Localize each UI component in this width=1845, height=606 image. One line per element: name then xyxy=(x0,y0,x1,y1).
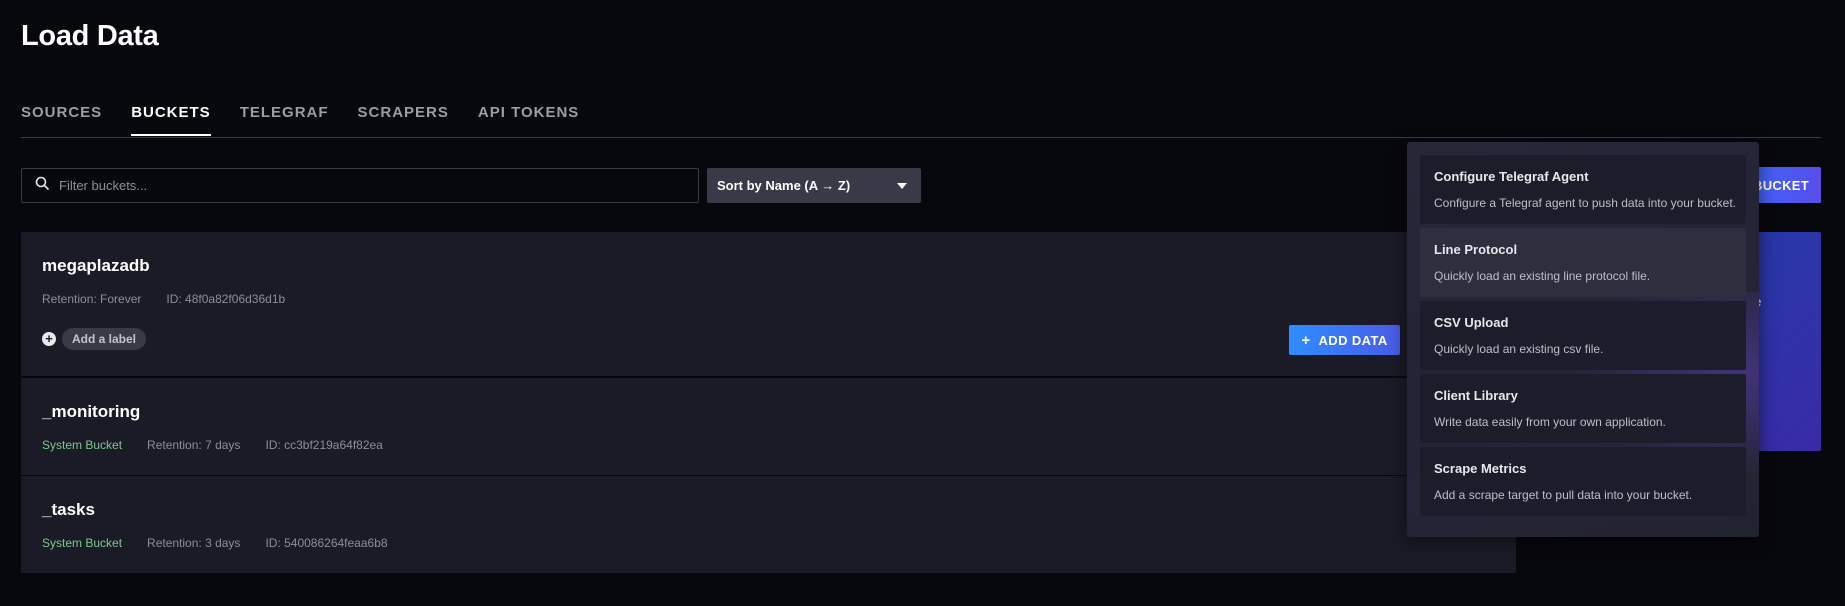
menu-item-title: Configure Telegraf Agent xyxy=(1434,169,1589,184)
menu-item-title: Scrape Metrics xyxy=(1434,461,1527,476)
menu-item-description: Configure a Telegraf agent to push data … xyxy=(1434,196,1736,210)
add-data-button[interactable]: + ADD DATA xyxy=(1289,325,1400,355)
tab-sources[interactable]: SOURCES xyxy=(21,104,102,136)
bucket-meta: Retention: Forever ID: 48f0a82f06d36d1b xyxy=(42,292,310,306)
menu-item-configure-telegraf[interactable]: Configure Telegraf Agent Configure a Tel… xyxy=(1420,155,1746,224)
bucket-card: _monitoring System Bucket Retention: 7 d… xyxy=(21,378,1516,475)
system-bucket-badge: System Bucket xyxy=(42,536,123,550)
search-input[interactable] xyxy=(59,178,659,193)
menu-item-description: Quickly load an existing csv file. xyxy=(1434,342,1604,356)
menu-item-line-protocol[interactable]: Line Protocol Quickly load an existing l… xyxy=(1420,228,1746,297)
tab-telegraf[interactable]: TELEGRAF xyxy=(240,104,329,136)
sort-dropdown[interactable]: Sort by Name (A → Z) xyxy=(707,168,921,203)
search-icon xyxy=(35,176,49,195)
menu-item-description: Quickly load an existing line protocol f… xyxy=(1434,269,1651,283)
tab-bar: SOURCES BUCKETS TELEGRAF SCRAPERS API TO… xyxy=(21,104,608,136)
add-data-label: ADD DATA xyxy=(1318,332,1388,348)
bucket-id: ID: 540086264feaa6b8 xyxy=(265,536,388,550)
bucket-meta: System Bucket Retention: 3 days ID: 5400… xyxy=(42,536,413,550)
system-bucket-badge: System Bucket xyxy=(42,438,123,452)
menu-item-csv-upload[interactable]: CSV Upload Quickly load an existing csv … xyxy=(1420,301,1746,370)
search-box xyxy=(21,168,699,203)
add-data-menu: Configure Telegraf Agent Configure a Tel… xyxy=(1407,142,1759,537)
menu-item-scrape-metrics[interactable]: Scrape Metrics Add a scrape target to pu… xyxy=(1420,447,1746,516)
bucket-name[interactable]: megaplazadb xyxy=(42,256,150,276)
chevron-down-icon xyxy=(897,182,907,189)
bucket-id: ID: 48f0a82f06d36d1b xyxy=(166,292,286,306)
tab-buckets[interactable]: BUCKETS xyxy=(131,104,211,136)
menu-item-title: Line Protocol xyxy=(1434,242,1518,257)
tab-scrapers[interactable]: SCRAPERS xyxy=(358,104,449,136)
label-row: + Add a label xyxy=(42,328,147,350)
menu-item-description: Write data easily from your own applicat… xyxy=(1434,415,1666,429)
page-title: Load Data xyxy=(21,20,159,52)
plus-icon[interactable]: + xyxy=(42,332,56,346)
bucket-name[interactable]: _tasks xyxy=(42,500,95,520)
bucket-card: _tasks System Bucket Retention: 3 days I… xyxy=(21,476,1516,573)
bucket-name[interactable]: _monitoring xyxy=(42,402,140,422)
menu-item-client-library[interactable]: Client Library Write data easily from yo… xyxy=(1420,374,1746,443)
tabs-divider xyxy=(21,137,1821,138)
menu-item-title: Client Library xyxy=(1434,388,1518,403)
bucket-id: ID: cc3bf219a64f82ea xyxy=(265,438,383,452)
retention-text: Retention: Forever xyxy=(42,292,142,306)
plus-icon: + xyxy=(1301,331,1311,349)
menu-item-title: CSV Upload xyxy=(1434,315,1509,330)
retention-text: Retention: 7 days xyxy=(147,438,241,452)
add-label-button[interactable]: Add a label xyxy=(62,328,147,350)
menu-item-description: Add a scrape target to pull data into yo… xyxy=(1434,488,1693,502)
sort-label: Sort by Name (A → Z) xyxy=(717,178,851,193)
bucket-meta: System Bucket Retention: 7 days ID: cc3b… xyxy=(42,438,408,452)
retention-text: Retention: 3 days xyxy=(147,536,241,550)
tab-api-tokens[interactable]: API TOKENS xyxy=(478,104,579,136)
